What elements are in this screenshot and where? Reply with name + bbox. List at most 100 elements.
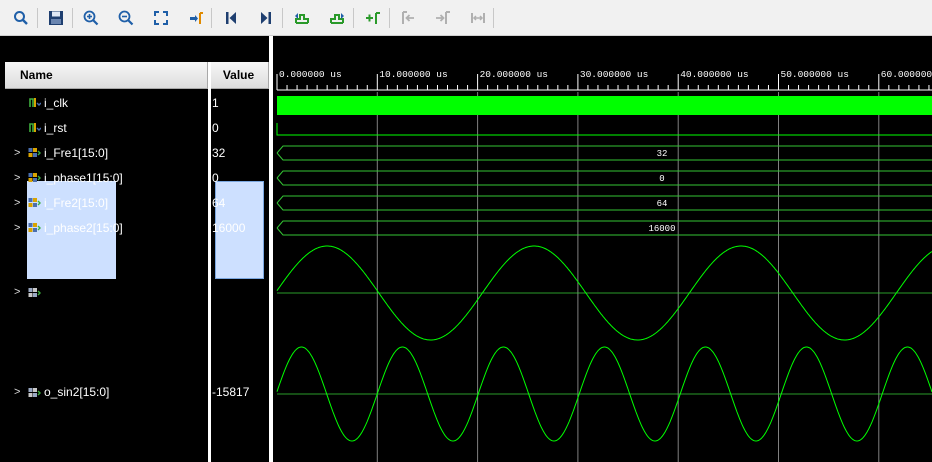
clk-trace: [277, 96, 932, 115]
bus-value-label: 64: [657, 199, 668, 209]
signal-traces: 32 0 64 16000: [276, 96, 932, 442]
time-label: 10.000000 us: [379, 69, 447, 80]
signal-value: 16000: [212, 220, 246, 235]
swap-markers-icon[interactable]: [467, 7, 489, 29]
signal-value: 1: [212, 95, 219, 110]
signal-value: 64: [212, 195, 226, 210]
signal-value-cell[interactable]: 16279: [212, 243, 269, 341]
next-transition-icon[interactable]: [432, 7, 454, 29]
next-marker-icon[interactable]: [326, 7, 348, 29]
bus-signal-icon: [28, 172, 41, 183]
signal-row[interactable]: i_clk 1: [5, 90, 269, 115]
bus-trace: [276, 220, 932, 236]
toolbar-separator: [37, 8, 38, 28]
zoom-fit-icon[interactable]: [150, 7, 172, 29]
bus-trace: [276, 195, 932, 211]
bus-value-label: 32: [657, 149, 668, 159]
chevron-right-icon[interactable]: >: [14, 286, 20, 298]
signal-row[interactable]: > i_phase2[15:0] 16000: [5, 215, 269, 240]
signal-row[interactable]: > i_Fre2[15:0] 64: [5, 190, 269, 215]
signal-name: i_phase2[15:0]: [44, 220, 123, 235]
time-label: 0.000000 us: [279, 69, 342, 80]
signal-name: o_sin1[15:0]: [44, 285, 110, 299]
signal-value: 0: [212, 170, 219, 185]
chevron-right-icon[interactable]: >: [14, 147, 20, 159]
bus-signal-icon: [28, 387, 41, 398]
previous-transition-icon[interactable]: [397, 7, 419, 29]
zoom-in-icon[interactable]: [80, 7, 102, 29]
toolbar-separator: [211, 8, 212, 28]
bus-signal-icon: [28, 197, 41, 208]
bus-trace: [276, 170, 932, 186]
goto-cursor-icon[interactable]: [185, 7, 207, 29]
signal-value: -15817: [212, 385, 250, 399]
signal-value: 16279: [212, 285, 246, 299]
toolbar-separator: [282, 8, 283, 28]
bus-trace: [276, 145, 932, 161]
signal-name-cell[interactable]: i_clk: [5, 90, 208, 115]
column-divider[interactable]: [208, 62, 211, 462]
name-column-header[interactable]: Name: [5, 62, 208, 89]
go-to-end-icon[interactable]: [255, 7, 277, 29]
time-ruler: 0.000000 us 10.000000 us 20.000000 us 30.00…: [276, 69, 932, 91]
toolbar-separator: [72, 8, 73, 28]
signal-value-cell[interactable]: -15817: [212, 343, 269, 441]
bus-signal-icon: [28, 222, 41, 233]
add-marker-icon[interactable]: [291, 7, 313, 29]
signal-value-cell[interactable]: 32: [212, 140, 269, 165]
toolbar-separator: [493, 8, 494, 28]
rst-trace: [276, 123, 932, 136]
time-label: 50.000000 us: [781, 69, 849, 80]
bus-signal-icon: [28, 147, 41, 158]
chevron-right-icon[interactable]: >: [14, 172, 20, 184]
bus-value-label: 16000: [648, 224, 675, 234]
zoom-out-icon[interactable]: [115, 7, 137, 29]
signal-name: o_sin2[15:0]: [44, 385, 110, 399]
time-label: 20.000000 us: [480, 69, 548, 80]
signal-value-cell[interactable]: 0: [212, 165, 269, 190]
bit-signal-icon: [28, 97, 42, 108]
time-label: 60.000000: [881, 69, 932, 80]
toolbar-separator: [389, 8, 390, 28]
signal-name-cell[interactable]: i_rst: [5, 115, 208, 140]
top-black-strip: [0, 36, 932, 62]
signal-name-cell[interactable]: > o_sin1[15:0]: [5, 243, 208, 341]
signal-row[interactable]: > o_sin2[15:0] -15817: [5, 343, 269, 441]
signal-value: 0: [212, 120, 219, 135]
go-to-start-icon[interactable]: [220, 7, 242, 29]
signal-name: i_rst: [44, 120, 67, 135]
signal-name: i_clk: [44, 95, 69, 110]
bit-signal-icon: [28, 122, 42, 133]
waveform-canvas[interactable]: 0.000000 us 10.000000 us 20.000000 us 30.00…: [273, 62, 932, 462]
signal-name-cell[interactable]: > i_Fre1[15:0]: [5, 140, 208, 165]
signal-name-cell[interactable]: > o_sin2[15:0]: [5, 343, 208, 441]
time-grid: [376, 92, 880, 462]
signal-name: i_Fre2[15:0]: [44, 195, 109, 210]
signal-value-cell[interactable]: 1: [212, 90, 269, 115]
swap-cursors-icon[interactable]: [362, 7, 384, 29]
signal-row[interactable]: > i_Fre1[15:0] 32: [5, 140, 269, 165]
save-icon[interactable]: [45, 7, 67, 29]
chevron-right-icon[interactable]: >: [14, 386, 20, 398]
toolbar-separator: [353, 8, 354, 28]
signal-value-cell[interactable]: 64: [212, 190, 269, 215]
search-icon[interactable]: [10, 7, 32, 29]
time-label: 30.000000 us: [580, 69, 648, 80]
signal-row[interactable]: > o_sin1[15:0] 16279: [5, 243, 269, 341]
signal-name-cell[interactable]: > i_phase1[15:0]: [5, 165, 208, 190]
time-label: 40.000000 us: [680, 69, 748, 80]
value-column-header[interactable]: Value: [209, 62, 269, 89]
bus-value-label: 0: [659, 174, 664, 184]
chevron-right-icon[interactable]: >: [14, 197, 20, 209]
signal-row[interactable]: > i_phase1[15:0] 0: [5, 165, 269, 190]
signal-name: i_Fre1[15:0]: [44, 145, 109, 160]
signal-value-cell[interactable]: 16000: [212, 215, 269, 240]
signal-name-cell[interactable]: > i_Fre2[15:0]: [5, 190, 208, 215]
signal-value-cell[interactable]: 0: [212, 115, 269, 140]
signal-row[interactable]: i_rst 0: [5, 115, 269, 140]
signal-name: i_phase1[15:0]: [44, 170, 123, 185]
waveform-toolbar: [0, 0, 932, 36]
chevron-right-icon[interactable]: >: [14, 222, 20, 234]
signal-value: 32: [212, 145, 226, 160]
signal-name-cell[interactable]: > i_phase2[15:0]: [5, 215, 208, 240]
